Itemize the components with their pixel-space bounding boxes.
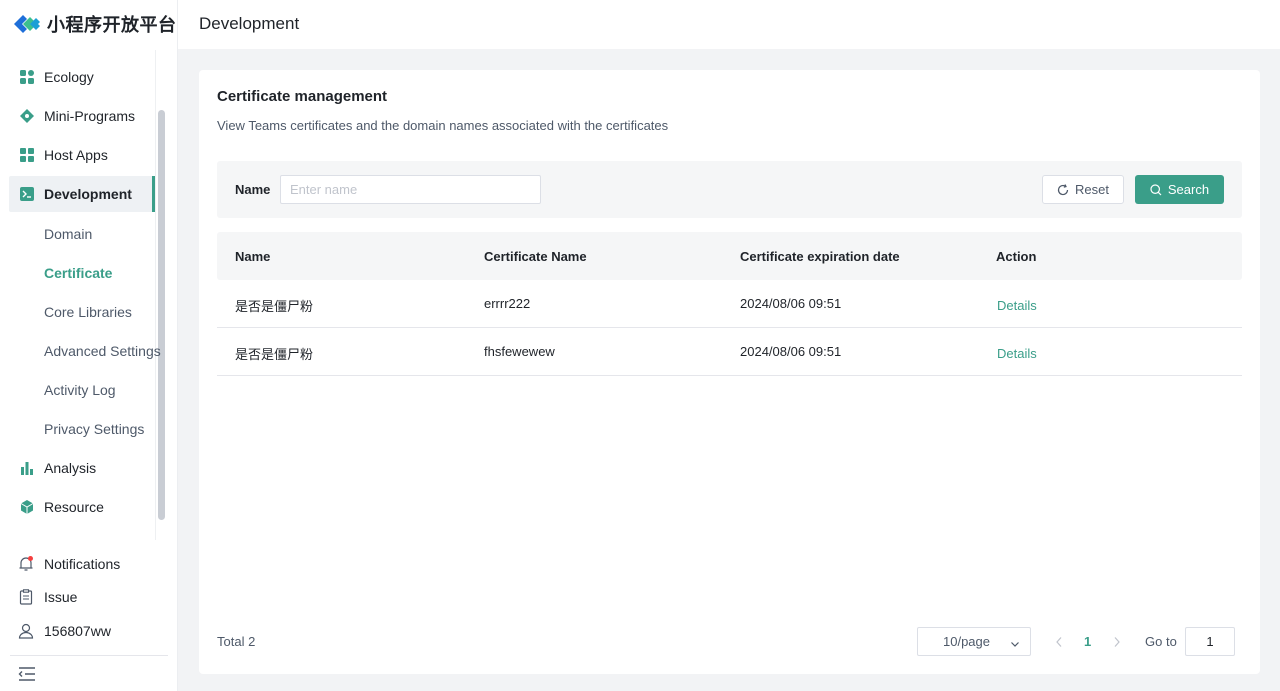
sidebar-item-host-apps[interactable]: Host Apps (9, 137, 155, 173)
search-label: Search (1167, 182, 1210, 197)
sidebar-subitem-privacy-settings[interactable]: Privacy Settings (44, 421, 144, 437)
notifications-label: Notifications (44, 556, 121, 572)
table-row: 是否是僵尸粉 errrr222 2024/08/06 09:51 Details (217, 280, 1242, 328)
bar-chart-icon (19, 461, 34, 476)
column-header-certificate-name: Certificate Name (484, 249, 587, 264)
cell-certificate-name: fhsfewewew (484, 344, 555, 359)
card-title: Certificate management (217, 88, 388, 105)
sidebar-subitem-domain[interactable]: Domain (44, 226, 92, 242)
details-link[interactable]: Details (997, 298, 1037, 313)
user-item[interactable]: 156807ww (18, 623, 111, 639)
page-size-value: 10/page (943, 634, 990, 649)
username: 156807ww (44, 623, 111, 639)
name-filter-label: Name (235, 182, 271, 197)
terminal-icon (19, 187, 34, 202)
sidebar-item-resource[interactable]: Resource (9, 489, 155, 525)
issue-label: Issue (44, 589, 78, 605)
goto-label: Go to (1145, 634, 1177, 649)
prev-page-icon[interactable] (1054, 635, 1064, 651)
page-title: Development (199, 14, 300, 33)
cell-expiration: 2024/08/06 09:51 (740, 344, 842, 359)
clipboard-icon (18, 589, 34, 605)
nav-menu: Ecology Mini-Programs Host Apps Developm… (0, 58, 170, 542)
chevron-down-icon (1010, 637, 1020, 652)
table-row: 是否是僵尸粉 fhsfewewew 2024/08/06 09:51 Detai… (217, 328, 1242, 376)
sidebar-item-label: Development (44, 186, 132, 202)
cell-expiration: 2024/08/06 09:51 (740, 296, 842, 311)
name-filter-input[interactable] (280, 175, 541, 204)
sidebar-item-development[interactable]: Development (9, 176, 155, 212)
search-button[interactable]: Search (1135, 175, 1224, 204)
page-number-current[interactable]: 1 (1084, 634, 1091, 649)
sidebar-subitem-certificate[interactable]: Certificate (44, 265, 112, 281)
table-header: Name Certificate Name Certificate expira… (217, 232, 1242, 280)
diamond-icon (19, 109, 34, 124)
sidebar: 小程序开放平台 Ecology Mini-Programs Host Apps (0, 0, 178, 691)
notifications-item[interactable]: Notifications (18, 556, 120, 572)
total-count: Total 2 (217, 634, 256, 649)
sidebar-subitem-core-libraries[interactable]: Core Libraries (44, 304, 132, 320)
sidebar-item-ecology[interactable]: Ecology (9, 59, 155, 95)
cube-icon (19, 500, 34, 515)
sidebar-item-analysis[interactable]: Analysis (9, 450, 155, 486)
sidebar-item-label: Host Apps (44, 147, 108, 163)
sidebar-item-label: Ecology (44, 69, 94, 85)
cell-name: 是否是僵尸粉 (235, 347, 314, 362)
apps-icon (19, 148, 34, 163)
reset-icon (1057, 183, 1069, 195)
sidebar-divider (10, 655, 168, 656)
sidebar-item-label: Analysis (44, 460, 97, 476)
page-header: Development (178, 0, 1280, 49)
grid-icon (19, 70, 34, 85)
details-link[interactable]: Details (997, 346, 1037, 361)
certificate-table: Name Certificate Name Certificate expira… (217, 232, 1242, 376)
cell-name: 是否是僵尸粉 (235, 299, 314, 314)
sidebar-subitem-advanced-settings[interactable]: Advanced Settings (44, 343, 161, 359)
sidebar-item-label: Resource (44, 499, 104, 515)
user-icon (18, 623, 34, 639)
reset-button[interactable]: Reset (1042, 175, 1124, 204)
issue-item[interactable]: Issue (18, 589, 77, 605)
logo[interactable]: 小程序开放平台 (12, 10, 177, 38)
collapse-menu-icon[interactable] (18, 665, 36, 683)
certificate-card: Certificate management View Teams certif… (199, 70, 1260, 674)
page-size-select[interactable]: 10/page (917, 627, 1031, 656)
sidebar-item-label: Mini-Programs (44, 108, 136, 124)
card-description: View Teams certificates and the domain n… (217, 118, 669, 133)
column-header-expiration: Certificate expiration date (740, 249, 900, 264)
column-header-name: Name (235, 249, 271, 264)
reset-label: Reset (1075, 182, 1109, 197)
column-header-action: Action (996, 249, 1037, 264)
logo-text: 小程序开放平台 (47, 15, 177, 35)
sidebar-item-mini-programs[interactable]: Mini-Programs (9, 98, 155, 134)
search-icon (1150, 183, 1162, 195)
cell-certificate-name: errrr222 (484, 296, 531, 311)
next-page-icon[interactable] (1112, 635, 1122, 651)
bell-icon (18, 556, 34, 572)
logo-icon (14, 15, 40, 33)
filter-bar: Name Reset Search (217, 161, 1242, 218)
goto-page-input[interactable] (1185, 627, 1235, 656)
sidebar-subitem-activity-log[interactable]: Activity Log (44, 382, 116, 398)
